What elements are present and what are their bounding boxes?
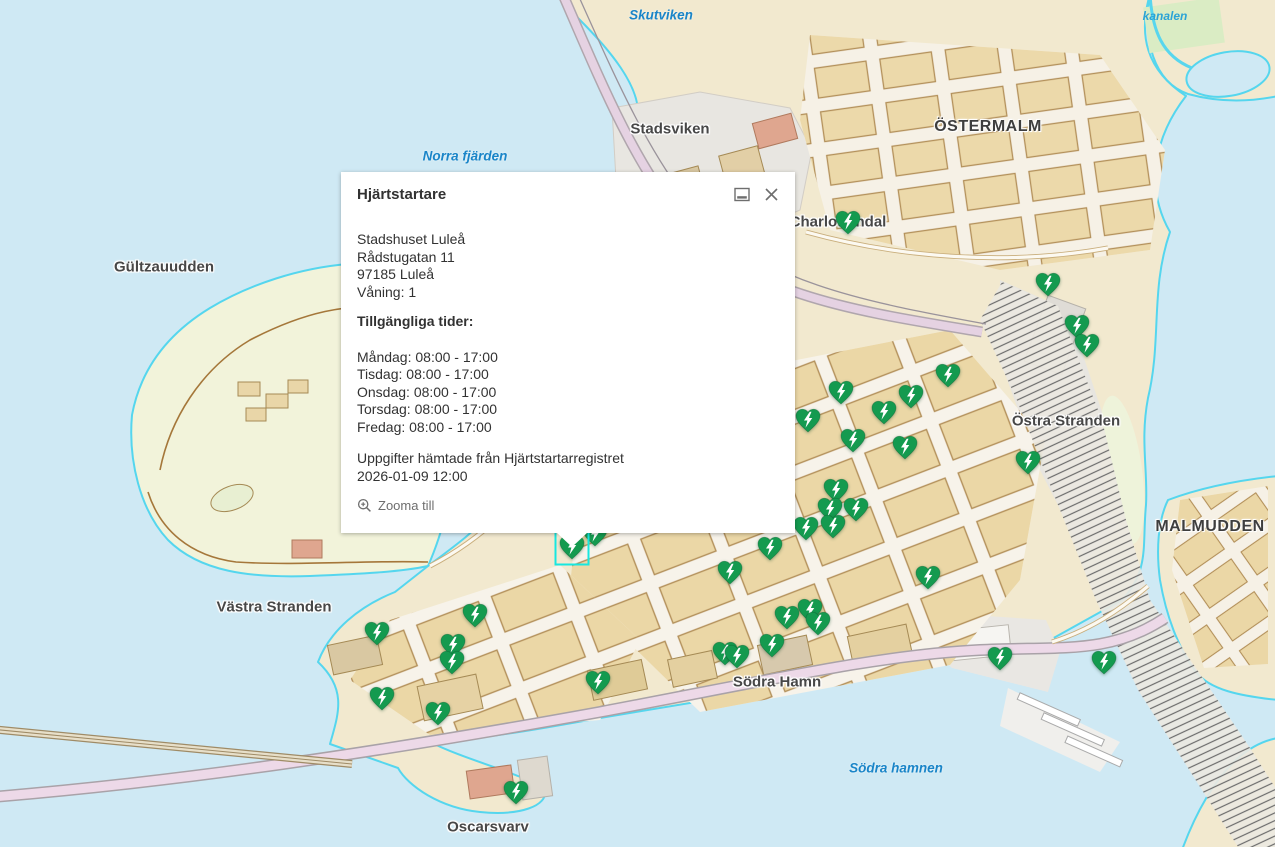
defibrillator-marker[interactable]	[1033, 270, 1063, 298]
heart-lightning-icon	[715, 558, 745, 586]
heart-lightning-icon	[896, 382, 926, 410]
time-line: Tisdag: 08:00 - 17:00	[357, 366, 779, 384]
heart-lightning-icon	[583, 668, 613, 696]
heart-lightning-icon	[362, 619, 392, 647]
heart-lightning-icon	[833, 208, 863, 236]
defibrillator-marker[interactable]	[838, 426, 868, 454]
popup-header: Hjärtstartare	[341, 172, 795, 207]
defibrillator-marker[interactable]	[437, 648, 467, 676]
close-button[interactable]	[762, 185, 781, 207]
zoom-to-link[interactable]: Zooma till	[357, 497, 434, 515]
map-label: Oscarsvarv	[447, 819, 529, 836]
heart-lightning-icon	[1013, 448, 1043, 476]
close-icon	[764, 187, 779, 202]
heart-lightning-icon	[1089, 648, 1119, 676]
defibrillator-marker[interactable]	[1089, 648, 1119, 676]
defibrillator-marker[interactable]	[818, 512, 848, 540]
defibrillator-marker[interactable]	[833, 208, 863, 236]
popup-hjartstartare: Hjärtstartare Stadshuset LuleåRådstugata…	[341, 172, 795, 533]
defibrillator-marker[interactable]	[367, 684, 397, 712]
address-line: 97185 Luleå	[357, 266, 779, 284]
defibrillator-marker[interactable]	[826, 378, 856, 406]
defibrillator-marker[interactable]	[757, 631, 787, 659]
heart-lightning-icon	[933, 361, 963, 389]
heart-lightning-icon	[501, 778, 531, 806]
time-line: Onsdag: 08:00 - 17:00	[357, 384, 779, 402]
heart-lightning-icon	[818, 512, 848, 540]
defibrillator-marker[interactable]	[423, 699, 453, 727]
defibrillator-marker[interactable]	[803, 609, 833, 637]
map-label: ÖSTERMALM	[934, 118, 1042, 136]
map-canvas[interactable]: Skutviken kanalen Norra fjärden Stadsviken Ö…	[0, 0, 1275, 847]
defibrillator-marker[interactable]	[362, 619, 392, 647]
map-label: Östra Stranden	[1012, 413, 1120, 430]
address-line: Våning: 1	[357, 284, 779, 302]
dock-button[interactable]	[732, 185, 752, 207]
heart-lightning-icon	[722, 642, 752, 670]
defibrillator-marker[interactable]	[583, 668, 613, 696]
map-label: kanalen	[1143, 9, 1188, 23]
time-line: Måndag: 08:00 - 17:00	[357, 349, 779, 367]
heart-lightning-icon	[437, 648, 467, 676]
heart-lightning-icon	[793, 406, 823, 434]
zoom-to-icon	[357, 498, 372, 513]
defibrillator-marker[interactable]	[722, 642, 752, 670]
map-label: Södra hamnen	[849, 761, 943, 776]
defibrillator-marker[interactable]	[913, 563, 943, 591]
heart-lightning-icon	[791, 514, 821, 542]
heart-lightning-icon	[423, 699, 453, 727]
heart-lightning-icon	[755, 534, 785, 562]
source-line: Uppgifter hämtade från Hjärtstartarregis…	[357, 450, 779, 468]
source-block: Uppgifter hämtade från Hjärtstartarregis…	[357, 450, 779, 485]
address-line: Stadshuset Luleå	[357, 231, 779, 249]
map-label: MALMUDDEN	[1155, 518, 1264, 536]
heart-lightning-icon	[869, 398, 899, 426]
heart-lightning-icon	[367, 684, 397, 712]
defibrillator-marker[interactable]	[869, 398, 899, 426]
map-label: Stadsviken	[630, 121, 709, 138]
heart-lightning-icon	[1072, 331, 1102, 359]
time-line: Torsdag: 08:00 - 17:00	[357, 401, 779, 419]
heart-lightning-icon	[460, 601, 490, 629]
zoom-to-label: Zooma till	[378, 497, 434, 515]
address-line: Rådstugatan 11	[357, 249, 779, 267]
map-label: Västra Stranden	[216, 599, 331, 616]
defibrillator-marker[interactable]	[890, 433, 920, 461]
heart-lightning-icon	[1033, 270, 1063, 298]
defibrillator-marker[interactable]	[791, 514, 821, 542]
defibrillator-marker[interactable]	[933, 361, 963, 389]
defibrillator-marker[interactable]	[501, 778, 531, 806]
map-label: Södra Hamn	[733, 674, 821, 691]
source-line: 2026-01-09 12:00	[357, 468, 779, 486]
popup-callout-arrow	[556, 532, 588, 547]
popup-title: Hjärtstartare	[357, 185, 446, 204]
heart-lightning-icon	[985, 644, 1015, 672]
times-block: Måndag: 08:00 - 17:00Tisdag: 08:00 - 17:…	[357, 349, 779, 437]
time-line: Fredag: 08:00 - 17:00	[357, 419, 779, 437]
heart-lightning-icon	[757, 631, 787, 659]
times-heading: Tillgängliga tider:	[357, 313, 779, 331]
heart-lightning-icon	[838, 426, 868, 454]
defibrillator-marker[interactable]	[755, 534, 785, 562]
defibrillator-marker[interactable]	[460, 601, 490, 629]
map-label: Skutviken	[629, 8, 693, 23]
heart-lightning-icon	[913, 563, 943, 591]
defibrillator-marker[interactable]	[772, 603, 802, 631]
defibrillator-marker[interactable]	[793, 406, 823, 434]
map-label: Norra fjärden	[423, 149, 508, 164]
map-label: Gültzauudden	[114, 259, 214, 276]
dock-icon	[734, 187, 750, 202]
heart-lightning-icon	[803, 609, 833, 637]
heart-lightning-icon	[826, 378, 856, 406]
address-block: Stadshuset LuleåRådstugatan 1197185 Lule…	[357, 231, 779, 301]
heart-lightning-icon	[772, 603, 802, 631]
defibrillator-marker[interactable]	[985, 644, 1015, 672]
heart-lightning-icon	[890, 433, 920, 461]
defibrillator-marker[interactable]	[896, 382, 926, 410]
defibrillator-marker[interactable]	[1072, 331, 1102, 359]
defibrillator-marker[interactable]	[1013, 448, 1043, 476]
defibrillator-marker[interactable]	[715, 558, 745, 586]
